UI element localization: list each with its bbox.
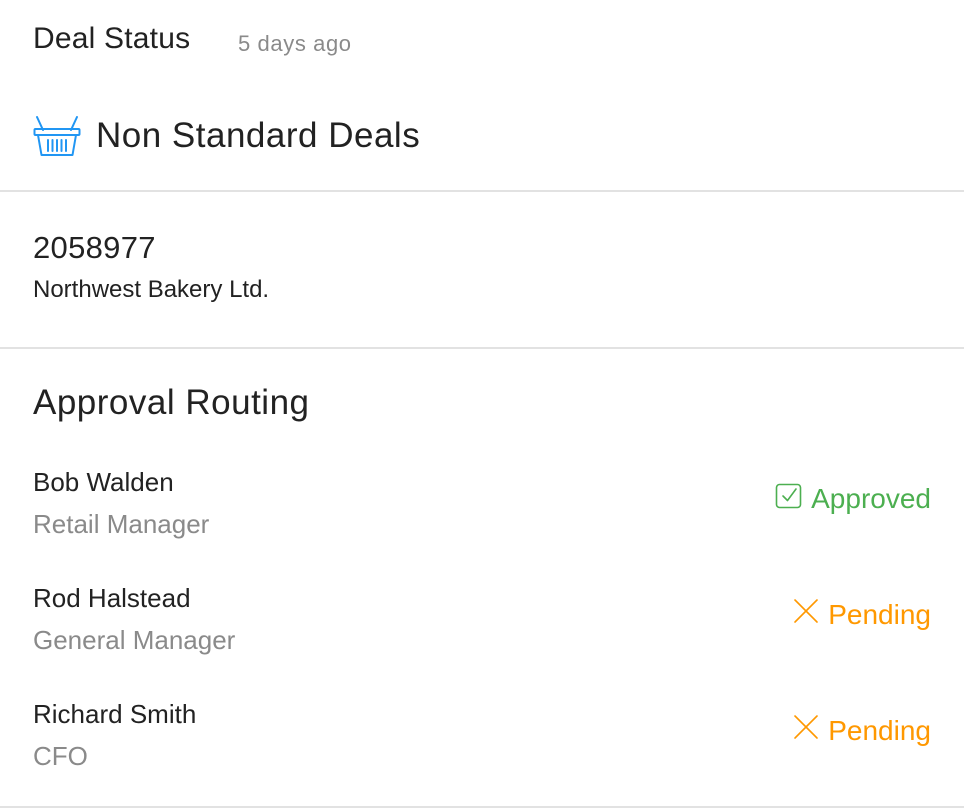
checkbox-checked-icon xyxy=(775,481,803,516)
status-pending: Pending xyxy=(792,713,931,748)
close-icon xyxy=(792,713,820,748)
deal-status-header: Deal Status 5 days ago xyxy=(0,0,964,84)
basket-icon xyxy=(33,114,81,158)
close-icon xyxy=(792,597,820,632)
approver-role: General Manager xyxy=(33,625,236,655)
timestamp: 5 days ago xyxy=(238,31,352,56)
status-approved: Approved xyxy=(775,481,931,516)
deal-id: 2058977 xyxy=(33,230,156,265)
approver-name: Bob Walden xyxy=(33,467,174,497)
divider xyxy=(0,190,964,192)
status-label: Pending xyxy=(828,714,931,746)
approver-role: CFO xyxy=(33,741,88,771)
page-title: Deal Status xyxy=(33,22,191,55)
approver-role: Retail Manager xyxy=(33,509,210,539)
status-pending: Pending xyxy=(792,597,931,632)
approver-name: Richard Smith xyxy=(33,699,197,729)
divider xyxy=(0,347,964,349)
deal-company: Northwest Bakery Ltd. xyxy=(33,276,270,303)
status-label: Pending xyxy=(828,598,931,630)
deal-info: 2058977 Northwest Bakery Ltd. xyxy=(33,230,269,304)
deal-category: Non Standard Deals xyxy=(33,112,420,160)
approver-name: Rod Halstead xyxy=(33,583,191,613)
approval-routing-title: Approval Routing xyxy=(33,383,310,422)
approver-row: Richard Smith CFO Pending xyxy=(0,699,964,789)
approver-row: Bob Walden Retail Manager Approved xyxy=(0,467,964,557)
approver-row: Rod Halstead General Manager Pending xyxy=(0,583,964,673)
category-label: Non Standard Deals xyxy=(96,116,421,155)
status-label: Approved xyxy=(811,482,931,514)
divider xyxy=(0,806,964,808)
